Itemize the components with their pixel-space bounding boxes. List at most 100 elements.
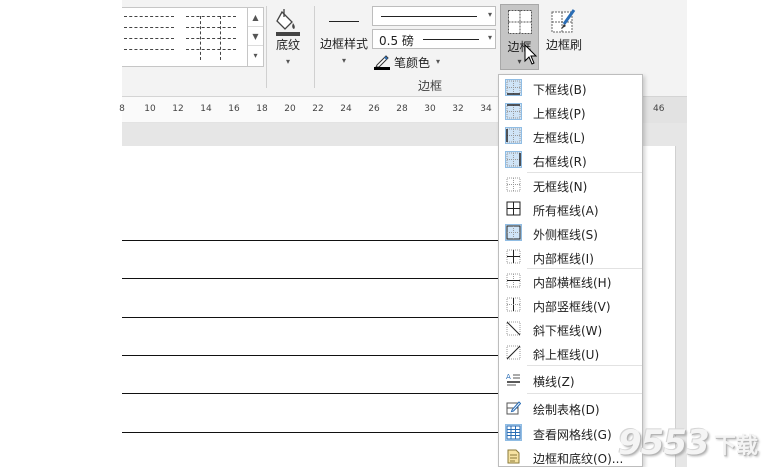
gallery-more-icon[interactable]: ▾ xyxy=(248,46,263,65)
menu-item-label: 左框线(L) xyxy=(533,131,586,145)
table-border-line xyxy=(122,393,502,394)
pencil-icon xyxy=(375,55,389,68)
ruler-tick-label: 26 xyxy=(368,104,380,114)
horizontal-line-icon: A xyxy=(506,373,520,386)
all-borders-icon xyxy=(507,10,532,34)
menu-item-label: 横线(Z) xyxy=(533,375,575,389)
diagonal-up-border-icon xyxy=(506,345,521,360)
border-style-line-icon xyxy=(329,21,359,22)
menu-item-inside-borders[interactable]: 内部框线(I) xyxy=(500,246,641,268)
borders-group-label: 边框 xyxy=(418,79,443,93)
pen-style-select[interactable]: ▾ xyxy=(372,6,496,26)
ruler-margin-area xyxy=(642,97,687,123)
diagonal-down-border-icon xyxy=(506,321,521,336)
table-border-line xyxy=(122,432,502,433)
menu-item-all-borders[interactable]: 所有框线(A) xyxy=(500,198,641,220)
svg-text:A: A xyxy=(506,373,511,381)
gallery-down-icon[interactable]: ▼ xyxy=(248,27,263,46)
pen-weight-value: 0.5 磅 xyxy=(379,34,414,48)
menu-item-label: 外侧框线(S) xyxy=(533,228,598,242)
top-border-icon xyxy=(505,103,522,120)
bottom-border-icon xyxy=(505,79,522,96)
menu-item-diagonal-up-border[interactable]: 斜上框线(U) xyxy=(500,342,641,364)
border-styles-button[interactable]: 边框样式 ▾ xyxy=(315,8,373,65)
menu-item-horizontal-line[interactable]: A 横线(Z) xyxy=(500,369,641,391)
menu-separator xyxy=(527,393,642,394)
menu-item-label: 斜下框线(W) xyxy=(533,324,603,338)
chevron-down-icon: ▾ xyxy=(487,10,492,19)
chevron-down-icon: ▾ xyxy=(285,57,290,66)
chevron-down-icon: ▾ xyxy=(487,33,492,42)
menu-item-label: 无框线(N) xyxy=(533,180,588,194)
left-border-icon xyxy=(505,127,522,144)
pen-color-swatch xyxy=(374,67,390,70)
menu-item-top-border[interactable]: 上框线(P) xyxy=(500,101,641,123)
gallery-scroll-buttons[interactable]: ▲ ▼ ▾ xyxy=(247,7,264,67)
menu-item-outside-borders[interactable]: 外侧框线(S) xyxy=(500,222,641,244)
table-style-tile[interactable] xyxy=(186,16,236,60)
borders-and-shading-icon xyxy=(507,449,520,464)
menu-item-left-border[interactable]: 左框线(L) xyxy=(500,125,641,147)
menu-item-bottom-border[interactable]: 下框线(B) xyxy=(500,77,641,99)
menu-item-right-border[interactable]: 右框线(R) xyxy=(500,149,641,171)
site-watermark-logo: 9553 下载 xyxy=(614,423,768,463)
pen-weight-line-icon xyxy=(423,39,479,40)
menu-item-label: 右框线(R) xyxy=(533,155,587,169)
all-borders-icon xyxy=(506,201,521,216)
table-style-gallery[interactable] xyxy=(122,7,262,67)
menu-item-label: 内部竖框线(V) xyxy=(533,300,611,314)
outside-borders-icon xyxy=(505,224,522,241)
ruler-tick-label: 14 xyxy=(200,104,212,114)
pen-style-line-icon xyxy=(381,16,477,17)
chevron-down-icon: ▾ xyxy=(436,57,441,66)
menu-item-label: 边框和底纹(O)... xyxy=(533,452,624,466)
menu-item-no-border[interactable]: 无框线(N) xyxy=(500,174,641,196)
ruler-tick-label: 12 xyxy=(172,104,184,114)
menu-item-draw-table[interactable]: 绘制表格(D) xyxy=(500,397,641,419)
group-divider xyxy=(266,6,267,88)
table-style-tile[interactable] xyxy=(124,16,174,60)
menu-item-label: 下框线(B) xyxy=(533,83,587,97)
borders-dropdown-menu: 下框线(B) 上框线(P) 左框线(L) 右框线(R) 无框线(N) 所有框线(A) 外侧框… xyxy=(498,74,643,467)
shading-label: 底纹 xyxy=(275,38,300,52)
pen-color-button[interactable]: 笔颜色 ▾ xyxy=(374,54,454,72)
ruler-end-label: 46 xyxy=(653,104,665,114)
ruler-tick-label: 28 xyxy=(396,104,408,114)
menu-separator xyxy=(527,268,642,269)
ruler-tick-label: 10 xyxy=(144,104,156,114)
shading-button[interactable]: 底纹 ▾ xyxy=(268,8,308,66)
border-painter-label: 边框刷 xyxy=(545,38,582,52)
no-border-icon xyxy=(506,177,521,192)
inside-horizontal-border-icon xyxy=(506,273,521,288)
ruler-tick-label: 32 xyxy=(452,104,464,114)
menu-item-inside-horizontal-border[interactable]: 内部横框线(H) xyxy=(500,270,641,292)
menu-item-diagonal-down-border[interactable]: 斜下框线(W) xyxy=(500,318,641,340)
border-styles-label: 边框样式 xyxy=(319,37,368,51)
table-border-line xyxy=(122,240,502,241)
menu-item-label: 斜上框线(U) xyxy=(533,348,600,362)
pen-color-label: 笔颜色 xyxy=(394,56,431,70)
draw-table-icon xyxy=(506,401,521,415)
chevron-down-icon: ▾ xyxy=(341,56,346,65)
table-border-line xyxy=(122,278,502,279)
gallery-up-icon[interactable]: ▲ xyxy=(248,8,263,27)
border-painter-button[interactable]: 边框刷 xyxy=(542,8,586,53)
ruler-tick-label: 20 xyxy=(284,104,296,114)
menu-separator xyxy=(527,172,642,173)
menu-item-inside-vertical-border[interactable]: 内部竖框线(V) xyxy=(500,294,641,316)
ruler-tick-label: 30 xyxy=(424,104,436,114)
menu-item-label: 查看网格线(G) xyxy=(533,428,612,442)
view-gridlines-icon xyxy=(505,424,522,441)
menu-item-label: 内部框线(I) xyxy=(533,252,594,266)
inside-borders-icon xyxy=(506,249,521,264)
menu-item-label: 所有框线(A) xyxy=(533,204,599,218)
watermark-text: 下载 xyxy=(714,434,759,459)
pen-weight-select[interactable]: 0.5 磅 ▾ xyxy=(372,29,496,49)
ruler-tick-label: 16 xyxy=(228,104,240,114)
right-border-icon xyxy=(505,151,522,168)
watermark-number: 9553 xyxy=(618,423,710,463)
ruler-tick-label: 22 xyxy=(312,104,324,114)
menu-separator xyxy=(527,365,642,366)
menu-item-label: 内部横框线(H) xyxy=(533,276,612,290)
table-border-line xyxy=(122,317,502,318)
